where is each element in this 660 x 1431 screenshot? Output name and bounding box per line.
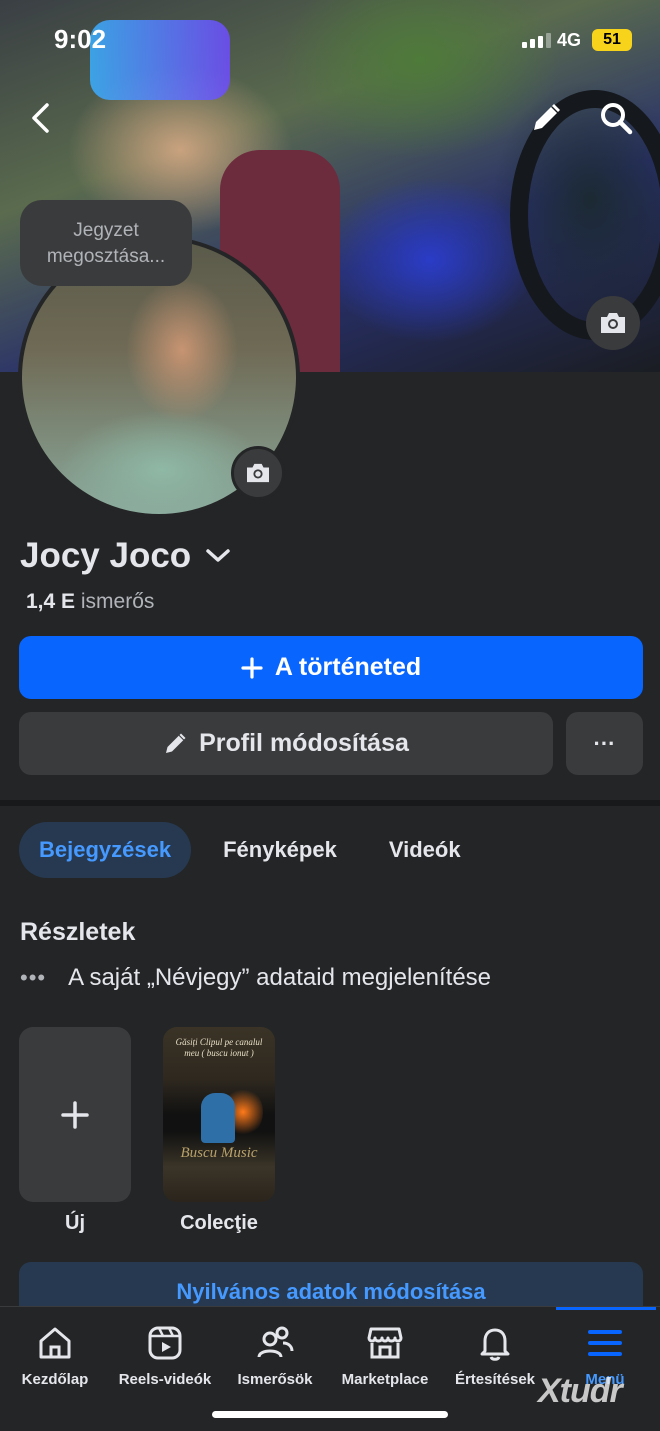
pencil-icon [166, 733, 186, 753]
camera-icon [247, 463, 269, 483]
watermark-logo: Xtudr [538, 1372, 623, 1410]
section-divider [0, 800, 660, 806]
active-tab-indicator [556, 1307, 656, 1310]
nav-label-friends: Ismerősök [237, 1371, 313, 1388]
camera-icon [601, 313, 625, 333]
profile-tabs: Bejegyzések Fényképek Videók [19, 822, 481, 878]
add-story-label: A történeted [274, 653, 422, 681]
status-bar: 9:02 4G 51 [0, 0, 660, 80]
chevron-left-icon [32, 103, 49, 133]
friends-icon [257, 1326, 294, 1358]
new-highlight-button[interactable] [19, 1027, 131, 1202]
avatar-camera-button[interactable] [231, 446, 285, 500]
new-highlight-label: Új [65, 1212, 85, 1234]
person-shape [201, 1093, 235, 1143]
nav-label-notifications: Értesítések [454, 1371, 536, 1388]
friends-number: 1,4 E [26, 590, 76, 613]
more-options-button[interactable]: ··· [566, 712, 643, 775]
battery-icon: 51 [592, 29, 632, 51]
edit-cover-button[interactable] [528, 100, 564, 136]
nav-item-home[interactable]: Kezdőlap [0, 1323, 110, 1388]
tab-videos[interactable]: Videók [369, 822, 481, 878]
nav-label-home: Kezdőlap [21, 1371, 89, 1388]
share-note-bubble[interactable]: Jegyzet megosztása... [20, 200, 192, 286]
friends-label: ismerős [80, 590, 155, 613]
nav-label-marketplace: Marketplace [341, 1371, 429, 1388]
profile-name-row[interactable]: Jocy Joco [20, 536, 231, 576]
collection-highlight-label: Colecţie [180, 1212, 258, 1234]
home-icon [39, 1327, 71, 1359]
cover-camera-button[interactable] [586, 296, 640, 350]
status-time: 9:02 [54, 24, 107, 54]
home-indicator [212, 1411, 448, 1418]
back-button[interactable] [22, 100, 58, 136]
chevron-down-icon [206, 549, 230, 562]
add-story-button[interactable]: A történeted [19, 636, 643, 699]
bell-icon [480, 1328, 510, 1361]
nav-item-notifications[interactable]: Értesítések [440, 1323, 550, 1388]
plus-icon [241, 656, 263, 679]
reels-icon [148, 1326, 182, 1360]
nav-item-friends[interactable]: Ismerősök [220, 1323, 330, 1388]
profile-name: Jocy Joco [20, 536, 192, 575]
nav-item-reels[interactable]: Reels-videók [110, 1323, 220, 1388]
nav-label-reels: Reels-videók [118, 1371, 212, 1388]
more-dots-icon: ••• [20, 965, 47, 990]
tab-posts[interactable]: Bejegyzések [19, 822, 192, 878]
friends-count[interactable]: 1,4 E ismerős [26, 590, 154, 614]
highlight-caption: Găsiți Clipul pe canalul meu ( buscu ion… [175, 1037, 263, 1058]
network-type: 4G [557, 30, 582, 50]
pencil-icon [534, 104, 560, 130]
details-title: Részletek [20, 918, 136, 946]
nav-item-marketplace[interactable]: Marketplace [330, 1323, 440, 1388]
signal-icon [522, 33, 551, 48]
marketplace-icon [367, 1327, 403, 1359]
about-row[interactable]: ••• A saját „Névjegy” adataid megjelenít… [20, 964, 491, 992]
highlight-collection[interactable]: Găsiți Clipul pe canalul meu ( buscu ion… [163, 1027, 275, 1202]
edit-profile-label: Profil módosítása [199, 729, 409, 757]
about-text: A saját „Névjegy” adataid megjelenítése [68, 964, 492, 991]
menu-icon [588, 1330, 622, 1356]
plus-icon [61, 1100, 89, 1129]
search-button[interactable] [598, 100, 634, 136]
highlight-artwork-text: Buscu Music [180, 1145, 258, 1161]
search-icon [601, 103, 633, 135]
tab-photos[interactable]: Fényképek [203, 822, 357, 878]
edit-profile-button[interactable]: Profil módosítása [19, 712, 553, 775]
